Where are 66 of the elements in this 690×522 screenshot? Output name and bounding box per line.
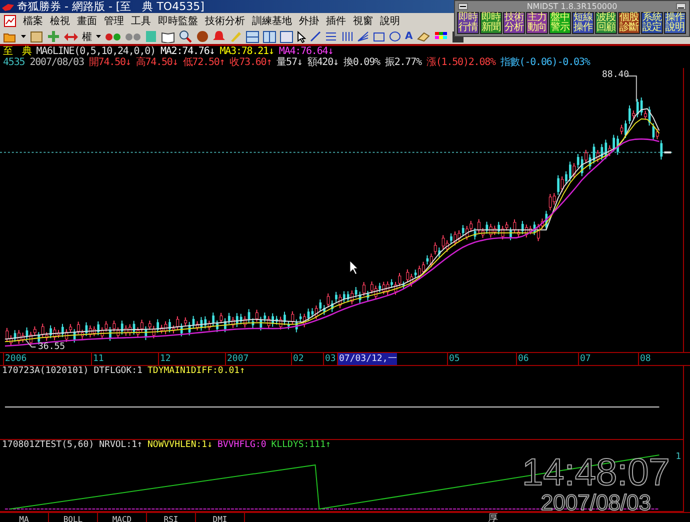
shortcut-tile[interactable]: 系統設定 [641, 12, 663, 34]
quote-info-text: 換0.09% [343, 57, 380, 68]
shortcut-tile[interactable]: 即時行情 [457, 12, 479, 34]
clock-date: 2007/08/03 [540, 492, 652, 514]
quote-info-text: 低72.50↑ [182, 57, 225, 68]
clock-time: 14:48:07 [522, 454, 670, 492]
date-axis-label: 2007 [225, 353, 249, 365]
menu-item[interactable]: 視窗 [353, 14, 373, 28]
scale-label: 1 [676, 452, 681, 462]
quote-info-text: 至 典 [3, 46, 32, 57]
quote-info-text: MA4:76.64↓ [278, 46, 334, 57]
rights-button[interactable]: 權 [82, 30, 92, 44]
date-axis-label: 06 [516, 353, 529, 365]
indicator-legend-text: NOWVVHLEN:1↓ [147, 440, 213, 451]
date-axis-label: 05 [447, 353, 460, 365]
quote-info-text: 收73.60↑ [230, 57, 272, 68]
quote-info-text: 額420↓ [307, 57, 338, 68]
menu-item[interactable]: 檔案 [23, 14, 43, 28]
quote-info-text: 4535 [3, 57, 25, 68]
shortcut-tile[interactable]: 波段回顧 [595, 12, 617, 34]
panel-title: NMIDST 1.8.3R150000 [526, 2, 618, 10]
date-axis-label: 2006 [3, 353, 27, 365]
quote-info-text: 量57↓ [276, 57, 302, 68]
shortcut-tile[interactable]: 操作說明 [664, 12, 686, 34]
indicator-legend-text: BVVHFLG:0 [218, 440, 266, 451]
quote-info-text: 漲(1.50)2.08% [426, 57, 496, 68]
indicator-legend-text: KLLDYS:111↑ [271, 440, 331, 451]
status-text: 厚 [488, 513, 498, 522]
quote-info-text: 高74.50↓ [136, 57, 178, 68]
window-title: 奇狐勝券 - 網路版 - [至 典 TO4535] [17, 0, 204, 14]
quote-info-text: MA2:74.76↓ [160, 46, 215, 57]
indicator-legend-text: 170723A(1020101) [2, 366, 89, 377]
menu-item[interactable]: 技術分析 [205, 14, 245, 28]
menu-item[interactable]: 畫面 [77, 14, 97, 28]
date-axis-label: 11 [91, 353, 104, 365]
text-tool-button[interactable]: A [405, 31, 413, 42]
shortcut-tile[interactable]: 技術分析 [503, 12, 525, 34]
menu-item[interactable]: 檢視 [50, 14, 70, 28]
quote-info-text: 開74.50↓ [88, 57, 131, 68]
date-axis-label: 02 [291, 353, 304, 365]
quote-info-text: MA6LINE(0,5,10,24,0,0) [36, 46, 156, 57]
menu-item[interactable]: 說明 [380, 14, 400, 28]
quote-info-text: 振2.77% [384, 57, 422, 68]
date-axis-label: 08 [638, 353, 651, 365]
menu-item[interactable]: 插件 [326, 14, 346, 28]
date-axis-label: 07 [578, 353, 591, 365]
menu-item[interactable]: 工具 [131, 14, 151, 28]
date-axis-label: 07/03/12,一 [337, 353, 397, 365]
indicator-legend-text: NRVOL:1↑ [99, 440, 142, 451]
shortcut-tile[interactable]: 個股診斷 [618, 12, 640, 34]
quote-info-text: MA3:78.21↓ [220, 46, 274, 57]
quote-info-text: 2007/08/03 [30, 57, 84, 68]
shortcut-tile[interactable]: 短線操作 [572, 12, 594, 34]
menu-item[interactable]: 訓練基地 [252, 14, 292, 28]
high-price-label: 88.40 [602, 70, 630, 80]
shortcut-tile[interactable]: 即時新聞 [480, 12, 502, 34]
low-price-label: 36.55 [38, 342, 66, 352]
quote-info-text: 指數(-0.06)-0.03% [500, 57, 590, 68]
indicator-legend-text: 170801ZTEST(5,60) [2, 440, 94, 451]
indicator-legend-text: TDYMAIN1DIFF:0.01↑ [147, 366, 246, 377]
menu-item[interactable]: 外掛 [299, 14, 319, 28]
date-axis-label: 03 [323, 353, 336, 365]
indicator-legend-text: DTFLGOK:1 [94, 366, 142, 377]
date-axis-label: 12 [158, 353, 171, 365]
menu-item[interactable]: 管理 [104, 14, 124, 28]
menu-item[interactable]: 即時監盤 [158, 14, 198, 28]
